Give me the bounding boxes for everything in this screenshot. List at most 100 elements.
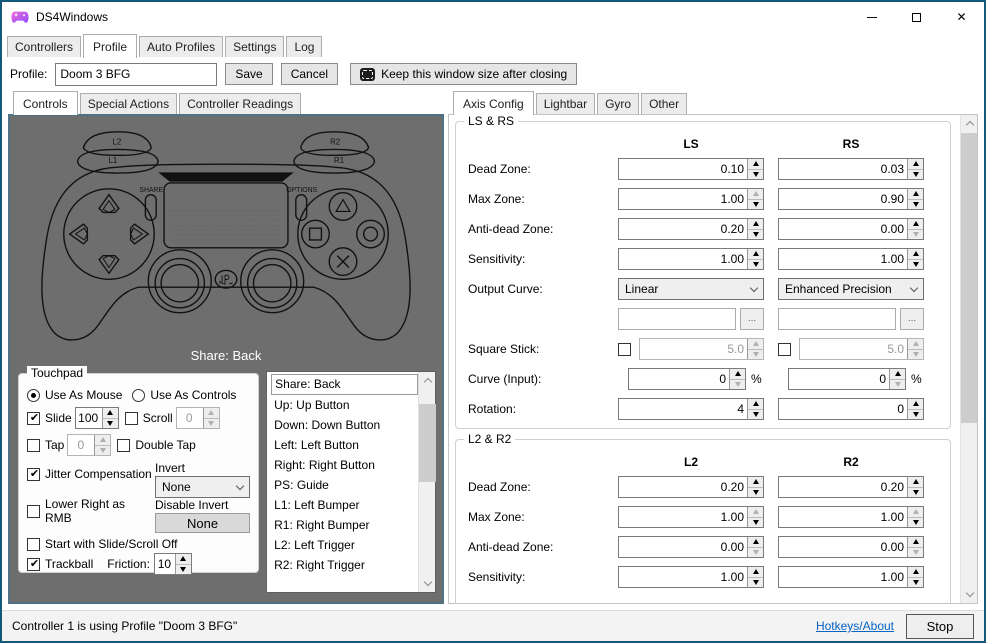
r2-dead-zone-stepper[interactable]: 0.20 [778, 476, 924, 498]
rs-dead-zone-stepper[interactable]: 0.03 [778, 158, 924, 180]
spin-down[interactable] [748, 230, 763, 240]
tab-axis-config[interactable]: Axis Config [453, 91, 534, 115]
scroll-up-icon[interactable] [961, 115, 978, 132]
spin-down[interactable] [908, 548, 923, 558]
spin-up[interactable] [748, 189, 763, 200]
spin-down[interactable] [890, 380, 905, 390]
rs-square-stick-checkbox[interactable] [778, 343, 791, 356]
spin-up[interactable] [95, 435, 110, 446]
spin-up[interactable] [908, 159, 923, 170]
spin-down[interactable] [748, 200, 763, 210]
spin-up[interactable] [748, 399, 763, 410]
scroll-down-icon[interactable] [961, 586, 978, 603]
rs-custom-curve-input[interactable] [778, 308, 896, 330]
spin-down[interactable] [908, 350, 923, 360]
spin-down[interactable] [908, 170, 923, 180]
list-item[interactable]: PS: Guide [271, 475, 418, 495]
rs-max-zone-stepper[interactable]: 0.90 [778, 188, 924, 210]
spin-up[interactable] [748, 339, 763, 350]
double-tap-checkbox[interactable] [117, 439, 130, 452]
ls-dead-zone-stepper[interactable]: 0.10 [618, 158, 764, 180]
list-item[interactable]: R2: Right Trigger [271, 555, 418, 575]
spin-up[interactable] [176, 554, 191, 565]
list-item[interactable]: L1: Left Bumper [271, 495, 418, 515]
ls-custom-curve-input[interactable] [618, 308, 736, 330]
spin-up[interactable] [748, 159, 763, 170]
l2-anti-dead-stepper[interactable]: 0.00 [618, 536, 764, 558]
spin-down[interactable] [908, 200, 923, 210]
spin-down[interactable] [204, 419, 219, 429]
rs-square-roundness-stepper[interactable]: 5.0 [799, 338, 924, 360]
jitter-compensation-checkbox[interactable] [27, 468, 40, 481]
tab-controllers[interactable]: Controllers [7, 36, 81, 57]
spin-down[interactable] [748, 578, 763, 588]
disable-invert-button[interactable]: None [155, 513, 250, 533]
r2-anti-dead-stepper[interactable]: 0.00 [778, 536, 924, 558]
spin-down[interactable] [908, 230, 923, 240]
invert-combobox[interactable]: None [155, 476, 250, 498]
spin-up[interactable] [748, 219, 763, 230]
trackball-checkbox[interactable] [27, 558, 40, 571]
l2-dead-zone-stepper[interactable]: 0.20 [618, 476, 764, 498]
spin-up[interactable] [908, 507, 923, 518]
save-button[interactable]: Save [225, 63, 272, 85]
rs-anti-dead-stepper[interactable]: 0.00 [778, 218, 924, 240]
list-item[interactable]: Share: Back [271, 374, 418, 395]
spin-up[interactable] [908, 567, 923, 578]
spin-up[interactable] [748, 537, 763, 548]
rs-sensitivity-stepper[interactable]: 1.00 [778, 248, 924, 270]
rs-output-curve-combobox[interactable]: Enhanced Precision [778, 278, 924, 300]
spin-up[interactable] [908, 189, 923, 200]
use-as-controls-radio[interactable] [132, 389, 145, 402]
r2-max-zone-stepper[interactable]: 1.00 [778, 506, 924, 528]
list-item[interactable]: Up: Up Button [271, 395, 418, 415]
spin-up[interactable] [908, 219, 923, 230]
spin-up[interactable] [748, 507, 763, 518]
slide-sensitivity-stepper[interactable]: 100 [75, 407, 119, 429]
scrollbar-thumb[interactable] [961, 133, 978, 423]
list-item[interactable]: Down: Down Button [271, 415, 418, 435]
tab-other[interactable]: Other [641, 93, 687, 114]
lower-right-rmb-checkbox[interactable] [27, 505, 40, 518]
rs-rotation-stepper[interactable]: 0 [778, 398, 924, 420]
tab-settings[interactable]: Settings [225, 36, 284, 57]
tab-profile[interactable]: Profile [83, 34, 137, 58]
maximize-button[interactable] [894, 2, 939, 32]
tab-lightbar[interactable]: Lightbar [536, 93, 595, 114]
scroll-checkbox[interactable] [125, 412, 138, 425]
spin-down[interactable] [730, 380, 745, 390]
tap-sensitivity-stepper[interactable]: 0 [67, 434, 111, 456]
tap-checkbox[interactable] [27, 439, 40, 452]
spin-up[interactable] [908, 537, 923, 548]
spin-down[interactable] [748, 488, 763, 498]
spin-up[interactable] [748, 567, 763, 578]
spin-up[interactable] [204, 408, 219, 419]
tab-controller-readings[interactable]: Controller Readings [179, 93, 301, 114]
tab-log[interactable]: Log [286, 36, 322, 57]
cancel-button[interactable]: Cancel [281, 63, 338, 85]
scroll-down-icon[interactable] [419, 575, 436, 592]
spin-up[interactable] [890, 369, 905, 380]
spin-down[interactable] [176, 565, 191, 575]
list-item[interactable]: L2: Left Trigger [271, 535, 418, 555]
spin-up[interactable] [730, 369, 745, 380]
keep-window-size-button[interactable]: Keep this window size after closing [350, 63, 577, 85]
close-button[interactable]: ✕ [939, 2, 984, 32]
rs-curve-browse-button[interactable]: ... [900, 308, 924, 330]
ls-curve-input-stepper[interactable]: 0 [628, 368, 746, 390]
l2-max-zone-stepper[interactable]: 1.00 [618, 506, 764, 528]
spin-down[interactable] [908, 518, 923, 528]
spin-up[interactable] [908, 477, 923, 488]
spin-down[interactable] [908, 488, 923, 498]
ls-output-curve-combobox[interactable]: Linear [618, 278, 764, 300]
spin-down[interactable] [908, 260, 923, 270]
mapping-list-scrollbar[interactable] [418, 372, 435, 592]
minimize-button[interactable] [849, 2, 894, 32]
start-slide-scroll-off-checkbox[interactable] [27, 538, 40, 551]
tab-controls[interactable]: Controls [13, 91, 78, 115]
slide-checkbox[interactable] [27, 412, 40, 425]
use-as-mouse-radio[interactable] [27, 389, 40, 402]
spin-up[interactable] [748, 249, 763, 260]
scroll-up-icon[interactable] [419, 372, 436, 389]
ls-square-stick-checkbox[interactable] [618, 343, 631, 356]
